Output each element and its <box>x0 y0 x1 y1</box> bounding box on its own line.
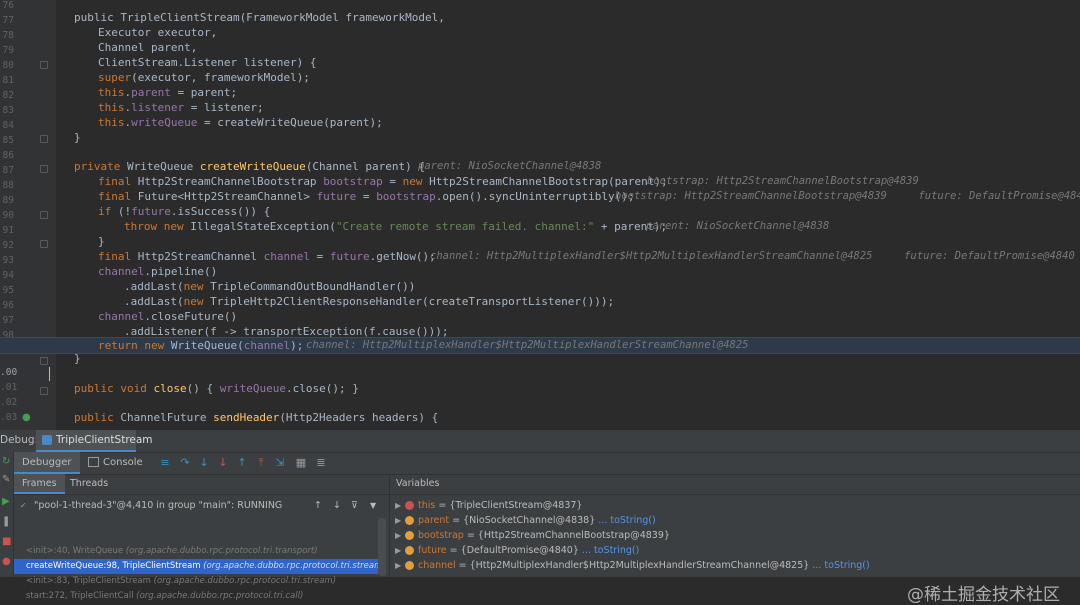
tab-frames[interactable]: Frames <box>14 474 65 494</box>
parameter-icon <box>405 516 414 525</box>
down-arrow-icon[interactable]: ↓ <box>333 496 341 516</box>
code-line-94: .addLast(new TripleCommandOutBoundHandle… <box>124 280 416 293</box>
step-over-icon[interactable]: ↷ <box>178 456 192 470</box>
debugger-toolbar: Debugger Console ≡ ↷ ↓ ↓ ↑ ⤒ ⇲ ▦ ≣ <box>14 452 1080 475</box>
variable-icon <box>405 546 414 555</box>
code-line-99: } <box>74 352 81 365</box>
frames-panel: Frames Threads ✓ "pool-1-thread-3"@4,410… <box>14 474 390 601</box>
frame-item-selected[interactable]: createWriteQueue:98, TripleClientStream … <box>14 559 378 574</box>
thread-label: "pool-1-thread-3"@4,410 in group "main":… <box>34 500 283 511</box>
code-line-83: this.writeQueue = createWriteQueue(paren… <box>98 116 383 129</box>
code-line-103: public ChannelFuture sendHeader(Http2Hea… <box>74 411 439 424</box>
object-icon <box>405 501 414 510</box>
code-line-92: final Http2StreamChannel channel = futur… <box>98 250 1075 263</box>
thread-selector[interactable]: ✓ "pool-1-thread-3"@4,410 in group "main… <box>14 496 389 516</box>
run-to-cursor-icon[interactable]: ⇲ <box>273 456 287 470</box>
filter-icon[interactable]: ⊽ <box>351 496 358 516</box>
line-number: .02 <box>0 397 18 408</box>
watermark: @稀土掘金技术社区 <box>907 585 1060 605</box>
resume-icon[interactable]: ▶ <box>2 496 10 507</box>
show-execution-point-icon[interactable]: ≡ <box>158 456 172 470</box>
code-line-90: throw new IllegalStateException("Create … <box>124 220 830 233</box>
code-line-91: } <box>98 235 105 248</box>
inline-debug-value: bootstrap: Http2StreamChannelBootstrap@4… <box>615 190 1080 202</box>
trace-icon[interactable]: ≣ <box>314 456 328 470</box>
line-number: .00 <box>0 367 18 378</box>
code-line-88: final Future<Http2StreamChannel> future … <box>0 189 1080 204</box>
breakpoints-icon[interactable]: ● <box>2 556 11 567</box>
frames-tabs: Frames Threads <box>14 474 389 495</box>
inline-debug-value: parent: NioSocketChannel@4838 <box>646 220 830 232</box>
debug-session-tab[interactable]: TripleClientStream <box>36 430 153 452</box>
tab-console[interactable]: Console <box>80 452 151 474</box>
wrench-icon[interactable]: ✎ <box>2 474 10 485</box>
tab-debugger[interactable]: Debugger <box>14 452 80 474</box>
code-line-76: public TripleClientStream(FrameworkModel… <box>74 11 445 24</box>
expand-arrow-icon[interactable]: ▶ <box>395 513 401 528</box>
inline-debug-value: channel: Http2MultiplexHandler$Http2Mult… <box>430 250 1075 262</box>
expand-arrow-icon[interactable]: ▶ <box>395 528 401 543</box>
code-line-93: channel.pipeline() <box>98 265 218 278</box>
inline-debug-value: bootstrap: Http2StreamChannelBootstrap@4… <box>647 175 919 187</box>
code-line-77: Executor executor, <box>98 26 218 39</box>
check-icon: ✓ <box>20 501 27 510</box>
frame-item[interactable]: <init>:83, TripleClientStream (org.apach… <box>14 574 378 589</box>
force-step-into-icon[interactable]: ↓ <box>216 456 230 470</box>
code-line-81: this.parent = parent; <box>98 86 238 99</box>
variables-header: Variables <box>390 474 1080 495</box>
code-line-96: channel.closeFuture() <box>98 310 238 323</box>
expand-arrow-icon[interactable]: ▶ <box>395 543 401 558</box>
code-line-84: } <box>74 131 81 144</box>
evaluate-expression-icon[interactable]: ▦ <box>294 456 308 470</box>
variable-row[interactable]: ▶ future = {DefaultPromise@4840} ... toSt… <box>390 543 1080 558</box>
code-editor[interactable]: 76 77 78 79 80 81 82 83 84 85 86 87 88 8… <box>0 0 1080 430</box>
java-class-icon <box>42 435 52 445</box>
code-line-87: final Http2StreamChannelBootstrap bootst… <box>98 175 919 188</box>
up-arrow-icon[interactable]: ↑ <box>314 496 322 516</box>
tab-threads[interactable]: Threads <box>62 474 116 494</box>
code-line-80: super(executor, frameworkModel); <box>98 71 310 84</box>
expand-arrow-icon[interactable]: ▶ <box>395 498 401 513</box>
rerun-icon[interactable]: ↻ <box>2 456 10 467</box>
console-icon <box>88 457 99 467</box>
text-caret <box>49 367 50 381</box>
frames-scrollbar[interactable] <box>378 518 386 576</box>
code-line-78: Channel parent, <box>98 41 198 54</box>
frame-item[interactable]: <init>:40, WriteQueue (org.apache.dubbo.… <box>14 544 378 559</box>
code-line-89: if (!future.isSuccess()) { <box>98 205 271 218</box>
step-out-icon[interactable]: ↑ <box>235 456 249 470</box>
debug-side-toolbar: ↻ ✎ ▶ ❚ ■ ● <box>0 452 14 577</box>
variable-icon <box>405 561 414 570</box>
frame-item[interactable]: start:272, TripleClientCall (org.apache.… <box>14 589 378 604</box>
code-line-101: public void close() { writeQueue.close()… <box>74 382 359 395</box>
code-line-79: ClientStream.Listener listener) { <box>98 56 317 69</box>
variable-icon <box>405 531 414 540</box>
debug-label: Debug: <box>0 434 39 446</box>
code-line-95: .addLast(new TripleHttp2ClientResponseHa… <box>124 295 615 308</box>
variable-row[interactable]: ▶ channel = {Http2MultiplexHandler$Http2M… <box>390 558 1080 573</box>
step-into-icon[interactable]: ↓ <box>197 456 211 470</box>
variable-row[interactable]: ▶ parent = {NioSocketChannel@4838} ... to… <box>390 513 1080 528</box>
code-line-86: private WriteQueue createWriteQueue(Chan… <box>74 160 602 173</box>
debug-title-bar: Debug: TripleClientStream <box>0 430 1080 453</box>
inline-debug-value: parent: NioSocketChannel@4838 <box>418 160 602 172</box>
stop-icon[interactable]: ■ <box>2 536 11 547</box>
variable-row[interactable]: ▶ bootstrap = {Http2StreamChannelBootstra… <box>390 528 1080 543</box>
chevron-down-icon[interactable]: ▼ <box>370 496 376 516</box>
drop-frame-icon[interactable]: ⤒ <box>254 456 268 470</box>
variables-panel: Variables ▶ this = {TripleClientStream@48… <box>390 474 1080 605</box>
code-line-82: this.listener = listener; <box>98 101 264 114</box>
debug-tool-window: Debug: TripleClientStream ↻ ✎ ▶ ❚ ■ ● De… <box>0 430 1080 605</box>
session-tab-label: TripleClientStream <box>56 434 153 446</box>
variable-row[interactable]: ▶ this = {TripleClientStream@4837} <box>390 498 1080 513</box>
expand-arrow-icon[interactable]: ▶ <box>395 558 401 573</box>
pause-icon[interactable]: ❚ <box>2 516 10 527</box>
